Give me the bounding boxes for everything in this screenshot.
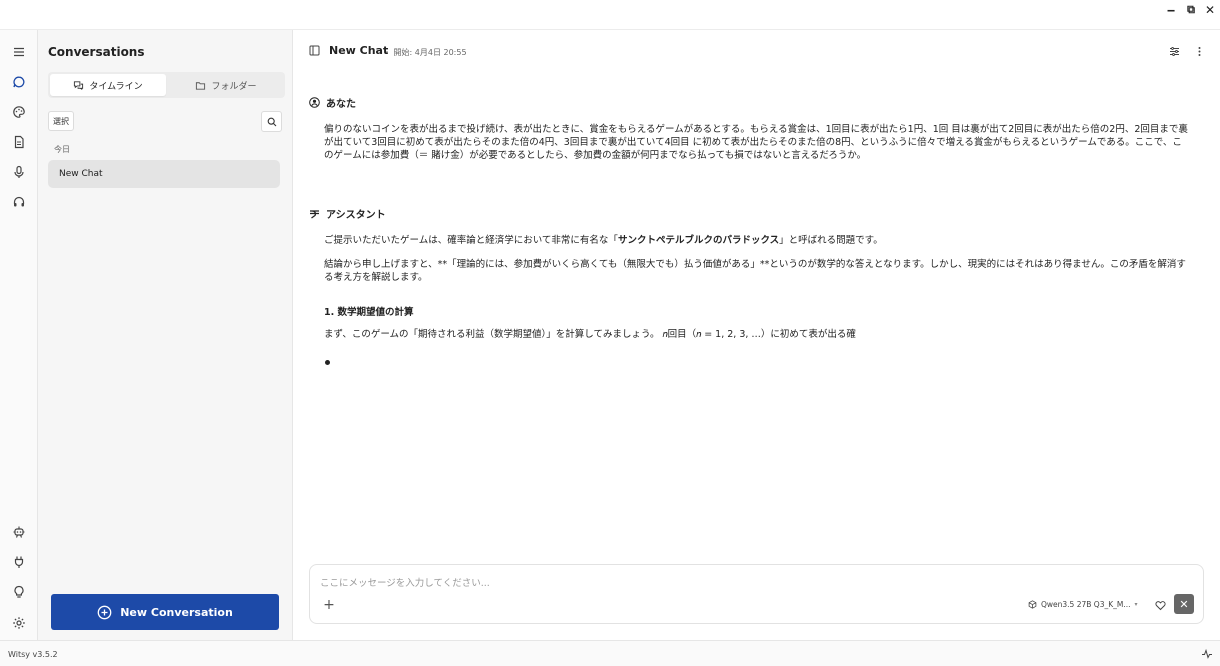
more-menu-button[interactable] [1193, 45, 1205, 57]
tab-timeline[interactable]: タイムライン [50, 74, 166, 96]
tab-folders-label: フォルダー [211, 81, 257, 92]
settings-sliders-button[interactable] [1168, 45, 1180, 57]
user-message-header: あなた [309, 95, 356, 110]
assistant-p1-text-b: 」と呼ばれる問題です。 [779, 235, 883, 246]
chat-title: New Chat [329, 44, 389, 57]
select-button[interactable]: 選択 [48, 111, 74, 131]
minimize-button[interactable]: ‒ [1162, 2, 1180, 18]
assistant-p1-bold: サンクトペテルブルクのパラドックス [617, 235, 780, 246]
assistant-role-label: アシスタント [326, 210, 386, 221]
conversation-item[interactable]: New Chat [48, 160, 280, 188]
maximize-button[interactable]: ⧉ [1182, 2, 1200, 18]
settings-icon[interactable] [9, 613, 29, 633]
assistant-paragraph-3: まず、このゲームの「期待される利益（数学期望値）」を計算してみましょう。 𝑛回目… [324, 329, 856, 340]
message-input[interactable] [320, 575, 920, 591]
message-composer: + Qwen3.5 27B Q3_K_M... ▾ ✕ [309, 564, 1204, 624]
headset-icon[interactable] [9, 192, 29, 212]
chat-started-at: ・ 開始: 4月4日 20:55 [383, 48, 467, 57]
agent-icon[interactable] [9, 522, 29, 542]
title-bar: ‒ ⧉ ✕ [0, 0, 1220, 30]
assistant-p1-text-a: ご提示いただいたゲームは、確率論と経済学において非常に有名な「 [324, 235, 618, 246]
document-icon[interactable] [9, 132, 29, 152]
tab-timeline-label: タイムライン [89, 81, 143, 92]
chat-bubbles-icon [74, 80, 84, 90]
view-switcher: タイムライン フォルダー [48, 72, 285, 98]
user-role-label: あなた [326, 99, 356, 110]
chat-header: New Chat ・ 開始: 4月4日 20:55 [293, 30, 1220, 72]
microphone-icon[interactable] [9, 162, 29, 182]
tab-folders[interactable]: フォルダー [168, 74, 284, 96]
conversations-panel: Conversations タイムライン フォルダー 選択 今日 New Cha… [38, 30, 293, 640]
search-icon [267, 117, 276, 126]
new-conversation-label: New Conversation [120, 605, 233, 619]
plug-icon[interactable] [9, 552, 29, 572]
panel-title: Conversations [48, 45, 145, 59]
sliders-icon [1169, 46, 1179, 56]
assistant-logo-icon [310, 210, 319, 219]
model-selector[interactable]: Qwen3.5 27B Q3_K_M... ▾ [1028, 600, 1138, 609]
new-conversation-button[interactable]: New Conversation [51, 594, 279, 630]
group-label-today: 今日 [54, 145, 70, 154]
heart-icon [1154, 600, 1166, 610]
more-vertical-icon [1198, 46, 1200, 56]
chat-icon[interactable] [9, 72, 29, 92]
list-bullet [325, 360, 330, 365]
chevron-down-icon: ▾ [1134, 601, 1138, 608]
app-version: Witsy v3.5.2 [8, 650, 58, 659]
sidebar-toggle-icon[interactable] [309, 45, 320, 56]
icon-rail [0, 30, 38, 640]
assistant-paragraph-1: ご提示いただいたゲームは、確率論と経済学において非常に有名な「サンクトペテルブル… [324, 234, 1189, 247]
folder-icon [196, 81, 206, 90]
bulb-icon[interactable] [9, 582, 29, 602]
plus-circle-icon [97, 605, 112, 619]
palette-icon[interactable] [9, 102, 29, 122]
chat-area: New Chat ・ 開始: 4月4日 20:55 あなた 偏りのないコインを表… [293, 30, 1220, 640]
attach-button[interactable]: + [322, 598, 336, 612]
assistant-paragraph-2: 結論から申し上げますと、**「理論的には、参加費がいくら高くても（無限大でも）払… [324, 259, 1186, 283]
user-avatar-icon [309, 97, 320, 108]
stop-generation-button[interactable]: ✕ [1174, 594, 1194, 614]
favorite-button[interactable] [1153, 598, 1167, 612]
close-window-button[interactable]: ✕ [1201, 2, 1219, 18]
assistant-section-heading: 1. 数学期望値の計算 [324, 307, 414, 318]
assistant-message-header: アシスタント [309, 206, 386, 221]
cube-icon [1028, 600, 1037, 609]
activity-icon[interactable] [1201, 648, 1213, 660]
menu-icon[interactable] [9, 42, 29, 62]
search-button[interactable] [261, 111, 282, 132]
status-bar: Witsy v3.5.2 [0, 640, 1220, 666]
model-name: Qwen3.5 27B Q3_K_M... [1041, 600, 1131, 609]
user-message-text: 偏りのないコインを表が出るまで投げ続け、表が出たときに、賞金をもらえるゲームがあ… [324, 124, 1188, 161]
